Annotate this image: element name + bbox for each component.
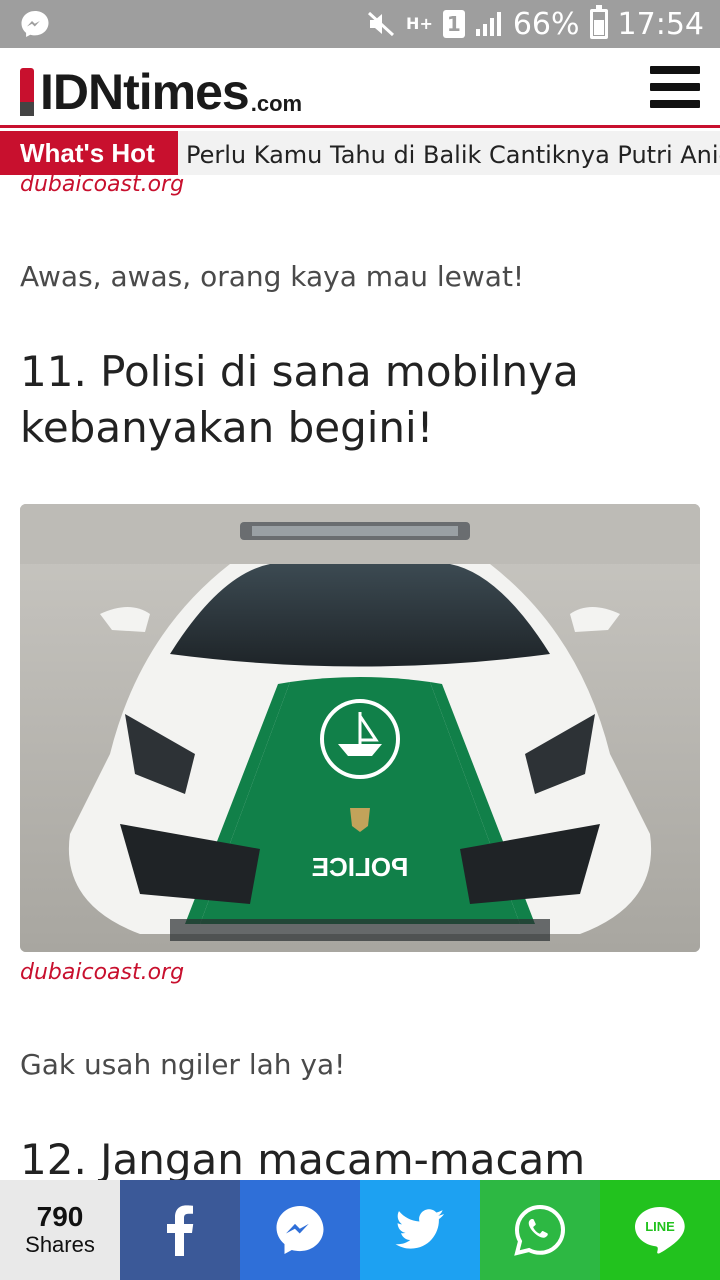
- article-paragraph: Gak usah ngiler lah ya!: [20, 1048, 346, 1081]
- line-icon: LINE: [635, 1207, 685, 1254]
- logo-mark-icon: [20, 68, 34, 116]
- police-car-illustration: POLICE: [20, 504, 700, 952]
- police-hood-lettering: POLICE: [312, 852, 409, 882]
- sim-slot-badge: 1: [442, 10, 465, 38]
- network-type-label: H+: [406, 14, 433, 33]
- facebook-icon: [167, 1205, 194, 1256]
- battery-icon: [589, 5, 608, 39]
- messenger-icon: [276, 1206, 324, 1254]
- section-heading: 11. Polisi di sana mobilnya kebanyakan b…: [20, 347, 579, 452]
- whats-hot-label: What's Hot: [0, 131, 178, 175]
- whatsapp-icon: [514, 1204, 566, 1256]
- whats-hot-bar: What's Hot Perlu Kamu Tahu di Balik Cant…: [0, 131, 720, 175]
- menu-icon[interactable]: [650, 66, 700, 108]
- site-header: IDNtimes .com: [0, 48, 720, 128]
- status-bar: H+ 1 66% 17:54: [0, 0, 720, 48]
- image-source-link[interactable]: dubaicoast.org: [20, 172, 184, 197]
- share-count: 790 Shares: [0, 1180, 120, 1280]
- mute-icon: [368, 11, 395, 37]
- messenger-notification-icon: [21, 11, 49, 37]
- whats-hot-headline-link[interactable]: Perlu Kamu Tahu di Balik Cantiknya Putri…: [186, 131, 720, 175]
- share-bar: 790 Shares LINE: [0, 1180, 720, 1280]
- image-source-link[interactable]: dubaicoast.org: [20, 960, 184, 985]
- article-photo-police-car: POLICE: [20, 504, 700, 952]
- clock: 17:54: [617, 6, 704, 42]
- share-whatsapp-button[interactable]: [480, 1180, 600, 1280]
- share-twitter-button[interactable]: [360, 1180, 480, 1280]
- logo-wordmark: IDNtimes: [40, 64, 250, 120]
- article-paragraph: Awas, awas, orang kaya mau lewat!: [20, 260, 525, 293]
- line-icon-label: LINE: [645, 1219, 675, 1234]
- twitter-icon: [395, 1209, 444, 1249]
- share-count-number: 790: [36, 1201, 84, 1232]
- share-count-label: Shares: [25, 1232, 95, 1257]
- share-facebook-button[interactable]: [120, 1180, 240, 1280]
- share-messenger-button[interactable]: [240, 1180, 360, 1280]
- signal-strength-icon: [475, 12, 501, 36]
- logo-domain-suffix: .com: [250, 91, 303, 116]
- battery-percentage: 66%: [512, 6, 580, 42]
- idntimes-logo[interactable]: IDNtimes .com: [20, 64, 303, 120]
- share-line-button[interactable]: LINE: [600, 1180, 720, 1280]
